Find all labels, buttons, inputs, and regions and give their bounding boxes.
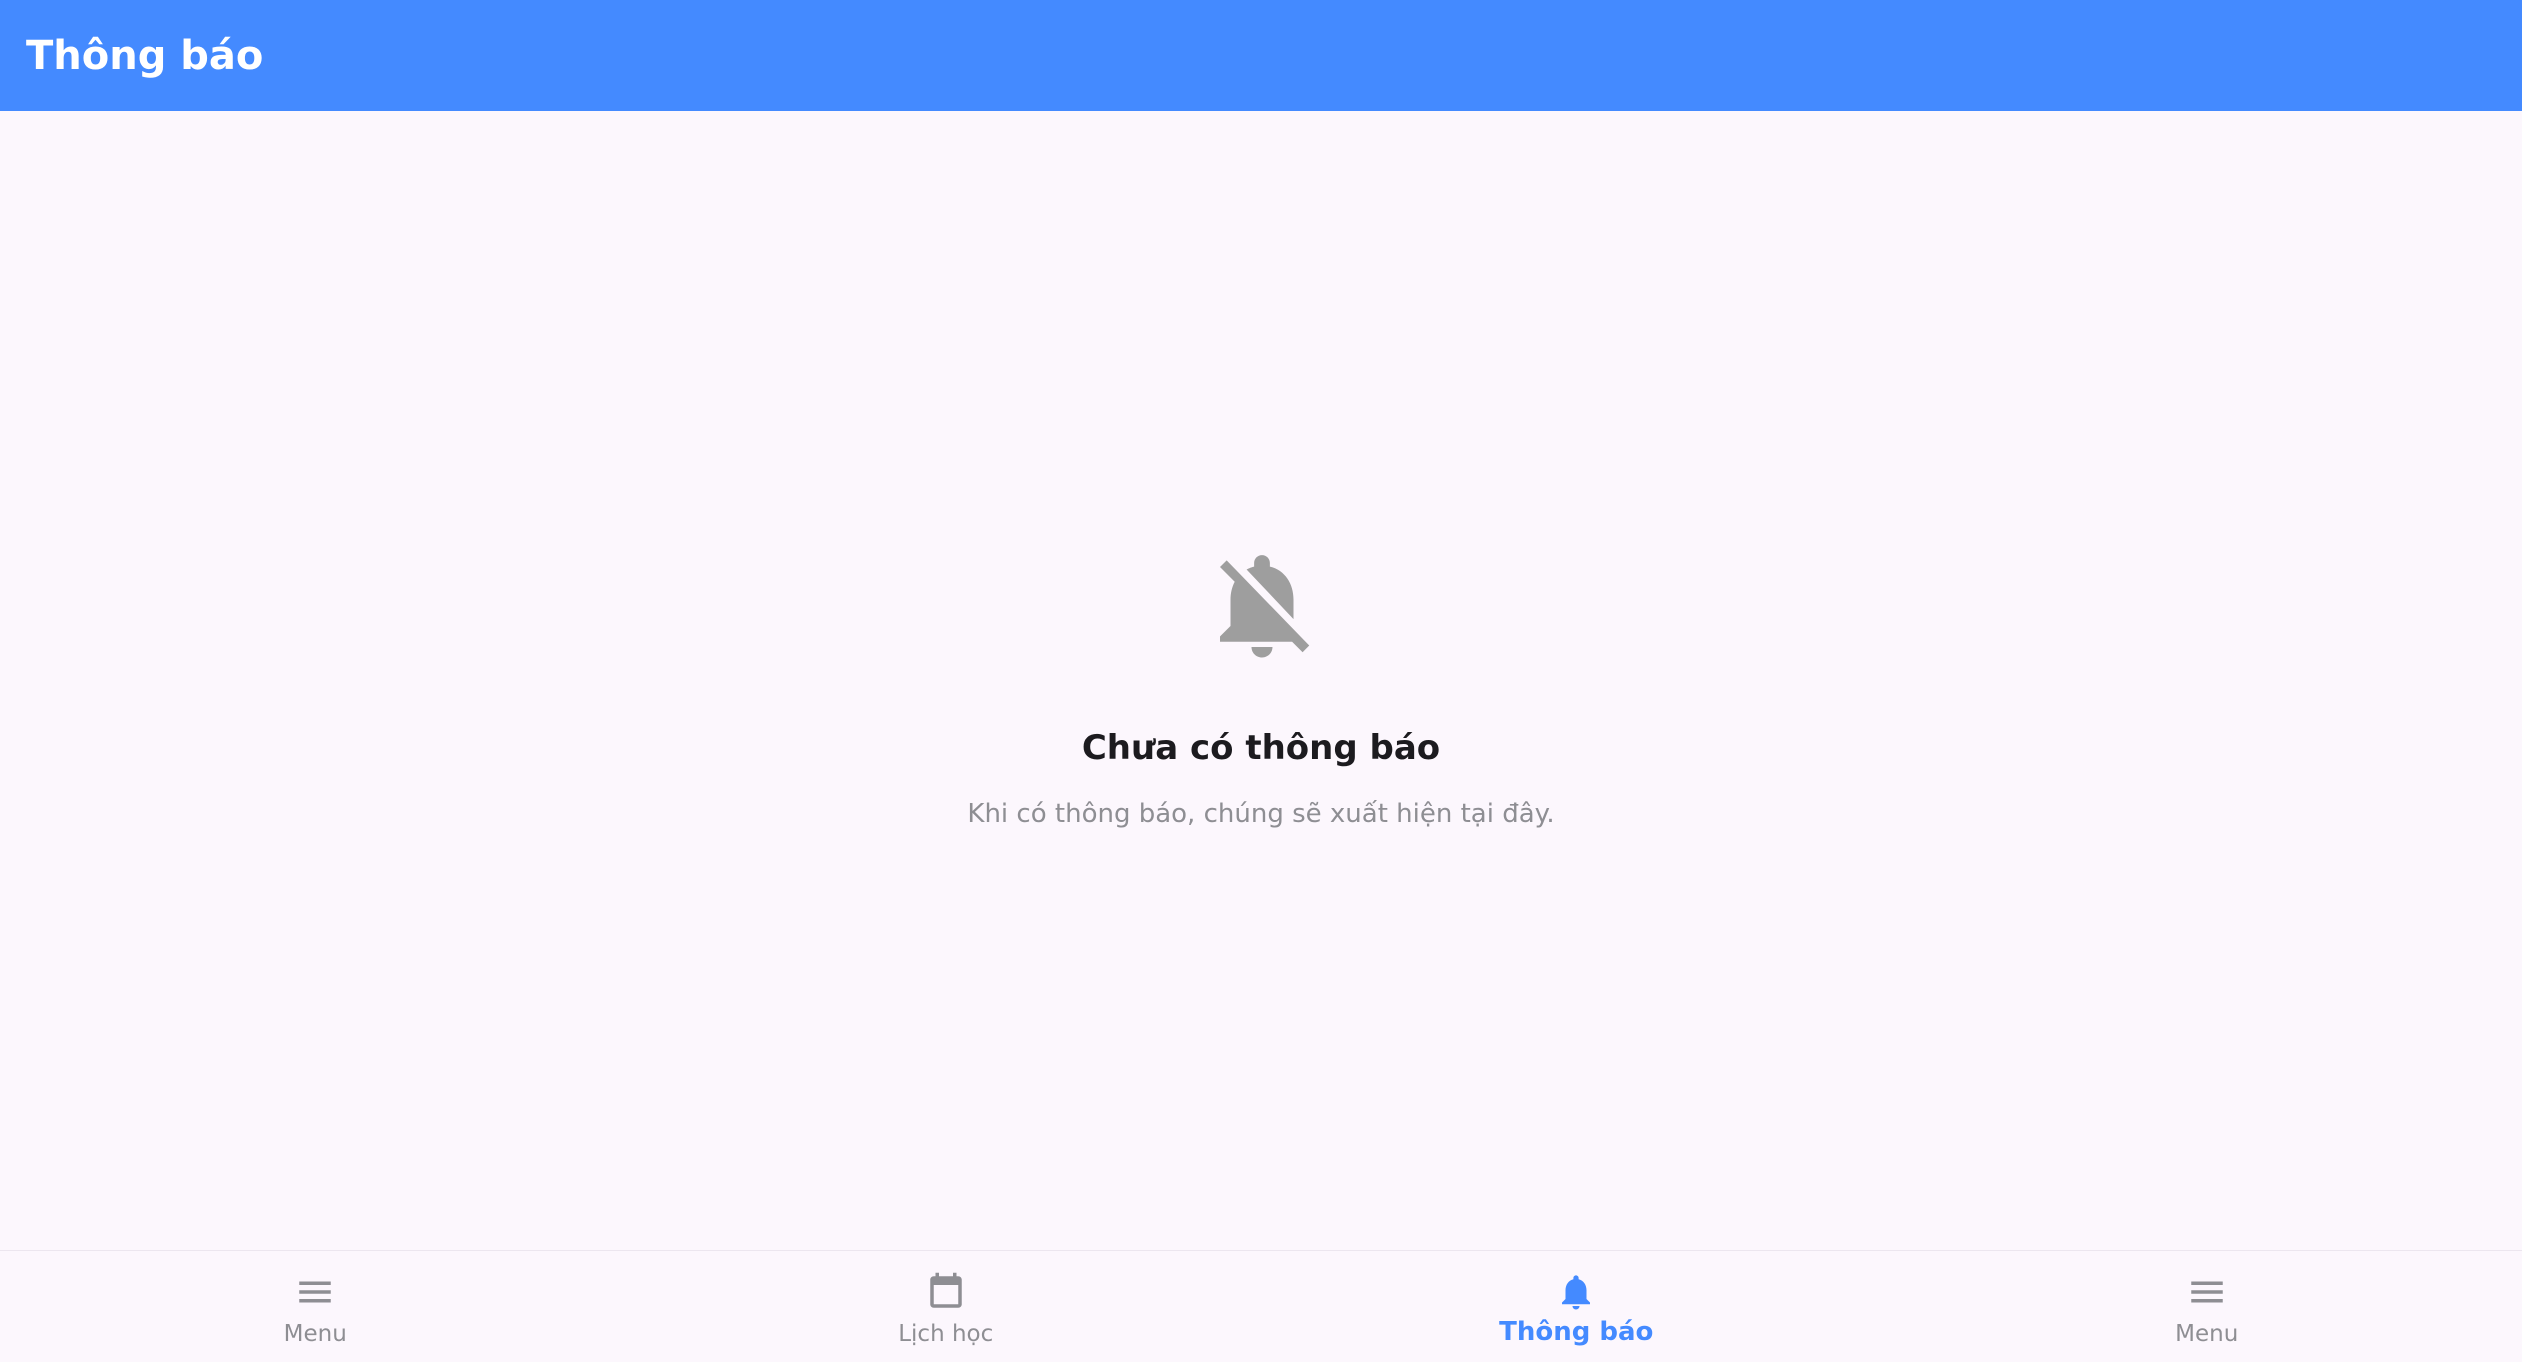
menu-icon [299, 1281, 331, 1303]
bottom-navigation: Menu Lịch học Thông báo Menu [0, 1250, 2522, 1362]
empty-state-title: Chưa có thông báo [1081, 728, 1441, 768]
menu-icon [2191, 1281, 2223, 1303]
empty-state-subtitle: Khi có thông báo, chúng sẽ xuất hiện tại… [967, 799, 1555, 829]
bell-icon [1562, 1275, 1591, 1310]
nav-item-schedule[interactable]: Lịch học [631, 1251, 1262, 1362]
nav-label: Lịch học [898, 1321, 994, 1347]
nav-label: Thông báo [1499, 1317, 1654, 1347]
nav-label: Menu [2175, 1321, 2239, 1347]
nav-item-menu[interactable]: Menu [0, 1251, 631, 1362]
nav-item-notifications[interactable]: Thông báo [1261, 1251, 1892, 1362]
calendar-icon [930, 1272, 962, 1308]
app-bar: Thông báo [0, 0, 2522, 111]
notifications-off-icon [1220, 555, 1310, 658]
page-title: Thông báo [26, 32, 264, 79]
notifications-content: Chưa có thông báo Khi có thông báo, chún… [0, 111, 2522, 1250]
nav-label: Menu [283, 1321, 347, 1347]
nav-item-menu-2[interactable]: Menu [1892, 1251, 2522, 1362]
